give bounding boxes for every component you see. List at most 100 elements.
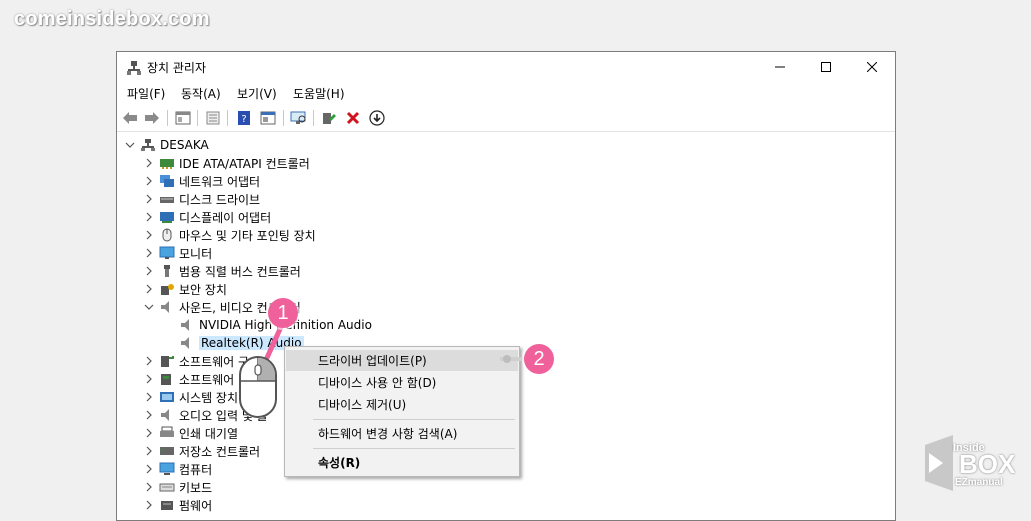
computer-root-icon bbox=[140, 138, 160, 152]
menu-disable-device[interactable]: 디바이스 사용 안 함(D) bbox=[286, 372, 518, 393]
update-driver-icon[interactable] bbox=[320, 109, 338, 127]
tree-item-category[interactable]: 컴퓨터 bbox=[144, 460, 212, 478]
display-adapter-icon bbox=[159, 210, 179, 224]
expand-chevron-icon[interactable] bbox=[144, 248, 159, 258]
logo-main-text: BOX bbox=[959, 449, 1016, 479]
toolbar-separator bbox=[167, 110, 168, 126]
software-component-icon bbox=[159, 354, 179, 368]
storage-controller-icon bbox=[159, 444, 179, 458]
menu-scan-hardware-changes[interactable]: 하드웨어 변경 사항 검색(A) bbox=[286, 423, 518, 444]
menu-file[interactable]: 파일(F) bbox=[127, 85, 165, 102]
expand-chevron-icon[interactable] bbox=[144, 266, 159, 276]
tree-item-category[interactable]: 소프트웨어 구 bbox=[144, 352, 249, 370]
expand-chevron-icon[interactable] bbox=[144, 374, 159, 384]
keyboard-icon bbox=[159, 480, 179, 494]
expand-chevron-icon[interactable] bbox=[144, 212, 159, 222]
tree-item-label: DESAKA bbox=[160, 138, 209, 152]
collapse-chevron-icon[interactable] bbox=[144, 302, 159, 312]
collapse-chevron-icon[interactable] bbox=[125, 140, 140, 150]
tree-item-category[interactable]: 마우스 및 기타 포인팅 장치 bbox=[144, 226, 316, 244]
scan-hardware-icon[interactable] bbox=[290, 109, 308, 127]
tree-item-category[interactable]: 범용 직렬 버스 컨트롤러 bbox=[144, 262, 301, 280]
tree-item-category[interactable]: 인쇄 대기열 bbox=[144, 424, 238, 442]
expand-chevron-icon[interactable] bbox=[144, 482, 159, 492]
help-icon[interactable]: ? bbox=[235, 109, 253, 127]
logo-sub-text: EZmanual bbox=[955, 477, 1003, 488]
toolbar-separator bbox=[283, 110, 284, 126]
tree-item-category[interactable]: 디스크 드라이브 bbox=[144, 190, 260, 208]
menu-uninstall-device[interactable]: 디바이스 제거(U) bbox=[286, 394, 518, 415]
firmware-icon bbox=[159, 498, 179, 512]
security-device-icon bbox=[159, 282, 179, 296]
menu-view[interactable]: 보기(V) bbox=[237, 85, 277, 102]
expand-chevron-icon[interactable] bbox=[144, 176, 159, 186]
toolbar-separator bbox=[197, 110, 198, 126]
download-circle-icon[interactable] bbox=[368, 109, 386, 127]
menu-separator bbox=[313, 419, 515, 420]
tree-item-category[interactable]: IDE ATA/ATAPI 컨트롤러 bbox=[144, 154, 310, 172]
forward-arrow-icon[interactable] bbox=[143, 109, 161, 127]
tree-item-category[interactable]: 시스템 장치 bbox=[144, 388, 238, 406]
close-button[interactable] bbox=[849, 52, 895, 82]
expand-chevron-icon[interactable] bbox=[144, 284, 159, 294]
computer-icon bbox=[159, 462, 179, 476]
step-marker-1: 1 bbox=[268, 298, 298, 328]
system-device-icon bbox=[159, 390, 179, 404]
view-list-icon[interactable] bbox=[204, 109, 222, 127]
expand-chevron-icon[interactable] bbox=[144, 356, 159, 366]
tree-item-label: 디스크 드라이브 bbox=[179, 192, 261, 207]
back-arrow-icon[interactable] bbox=[121, 109, 139, 127]
menu-help[interactable]: 도움말(H) bbox=[293, 85, 345, 102]
expand-chevron-icon[interactable] bbox=[144, 428, 159, 438]
svg-text:?: ? bbox=[241, 114, 246, 125]
tree-item-category[interactable]: 네트워크 어댑터 bbox=[144, 172, 260, 190]
usb-controller-icon bbox=[159, 264, 179, 278]
speaker-icon bbox=[179, 318, 199, 332]
maximize-button[interactable] bbox=[803, 52, 849, 82]
monitor-icon bbox=[159, 246, 179, 260]
toolbar-separator bbox=[227, 110, 228, 126]
tree-item-label: 보안 장치 bbox=[179, 282, 227, 297]
tree-item-label: 범용 직렬 버스 컨트롤러 bbox=[179, 264, 301, 279]
sound-controller-icon bbox=[159, 300, 179, 314]
expand-chevron-icon[interactable] bbox=[144, 392, 159, 402]
tree-item-category[interactable]: 보안 장치 bbox=[144, 280, 227, 298]
tree-item-category[interactable]: 모니터 bbox=[144, 244, 212, 262]
inside-box-logo: Inside BOX EZmanual bbox=[923, 433, 1017, 493]
tree-item-label: 마우스 및 기타 포인팅 장치 bbox=[179, 228, 316, 243]
speaker-icon bbox=[179, 336, 199, 350]
tree-item-label: 소프트웨어 bbox=[179, 372, 235, 387]
window-title: 장치 관리자 bbox=[147, 61, 207, 75]
tree-item-category[interactable]: 키보드 bbox=[144, 478, 212, 496]
tree-item-category[interactable]: 저장소 컨트롤러 bbox=[144, 442, 260, 460]
step-marker-2: 2 bbox=[524, 344, 554, 374]
title-bar: 장치 관리자 bbox=[117, 52, 895, 82]
audio-io-icon bbox=[159, 408, 179, 422]
tree-item-label: 네트워크 어댑터 bbox=[179, 174, 261, 189]
tree-item-label: 시스템 장치 bbox=[179, 390, 239, 405]
properties-sheet-icon[interactable] bbox=[174, 109, 192, 127]
network-adapter-icon bbox=[159, 174, 179, 188]
tree-root-computer[interactable]: DESAKA bbox=[125, 136, 209, 154]
tree-item-category[interactable]: 디스플레이 어댑터 bbox=[144, 208, 271, 226]
menu-update-driver[interactable]: 드라이버 업데이트(P) bbox=[286, 350, 518, 371]
menu-action[interactable]: 동작(A) bbox=[181, 85, 221, 102]
uninstall-red-x-icon[interactable] bbox=[344, 109, 362, 127]
expand-chevron-icon[interactable] bbox=[144, 410, 159, 420]
show-hidden-icon[interactable] bbox=[259, 109, 277, 127]
tree-item-category[interactable]: 소프트웨어 bbox=[144, 370, 234, 388]
tree-item-label: 컴퓨터 bbox=[179, 462, 213, 477]
device-manager-icon bbox=[126, 60, 142, 80]
expand-chevron-icon[interactable] bbox=[144, 158, 159, 168]
tree-item-label: 키보드 bbox=[179, 480, 213, 495]
tree-item-label: 저장소 컨트롤러 bbox=[179, 444, 261, 459]
minimize-button[interactable] bbox=[757, 52, 803, 82]
expand-chevron-icon[interactable] bbox=[144, 446, 159, 456]
tree-item-category[interactable]: 펌웨어 bbox=[144, 496, 212, 514]
context-menu: 드라이버 업데이트(P) 디바이스 사용 안 함(D) 디바이스 제거(U) 하… bbox=[284, 346, 520, 477]
software-device-icon bbox=[159, 372, 179, 386]
expand-chevron-icon[interactable] bbox=[144, 194, 159, 204]
expand-chevron-icon[interactable] bbox=[144, 230, 159, 240]
expand-chevron-icon[interactable] bbox=[144, 464, 159, 474]
menu-properties[interactable]: 속성(R) bbox=[286, 452, 518, 473]
